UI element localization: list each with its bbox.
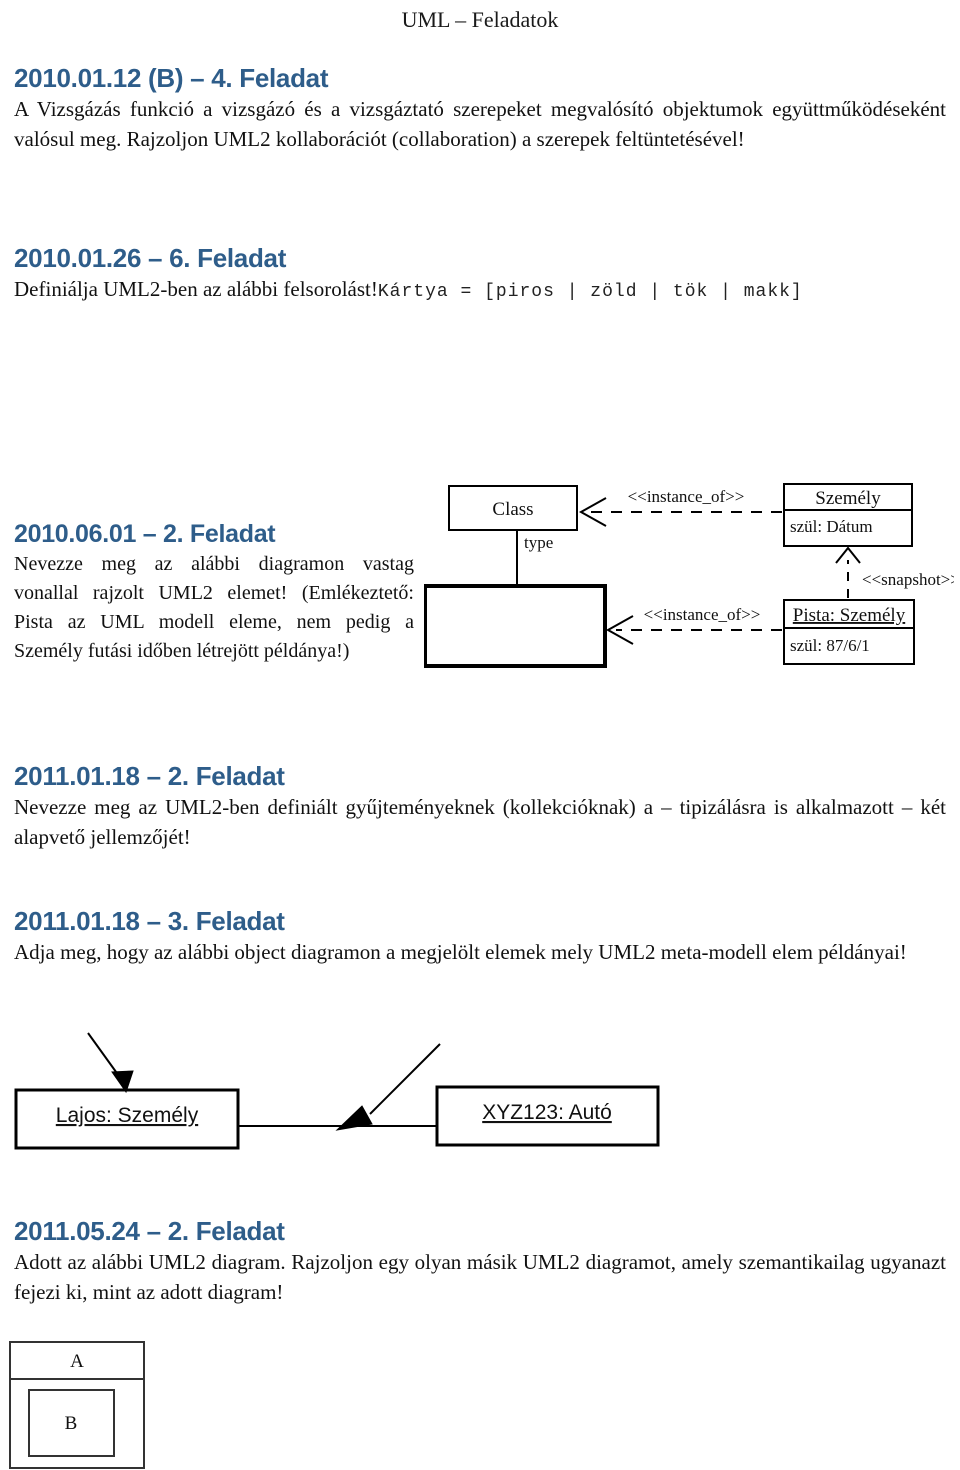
szemely-attribute: szül: Dátum: [790, 517, 873, 536]
section-heading: 2010.01.26 – 6. Feladat: [14, 243, 287, 273]
running-head: UML – Feladatok: [401, 7, 559, 32]
szemely-class-name: Személy: [815, 488, 881, 509]
section-body: Nevezze meg az alábbi diagramon vastag v…: [14, 553, 414, 662]
stereotype-instance-of-top: <<instance_of>>: [628, 487, 745, 506]
pista-attribute: szül: 87/6/1: [790, 636, 870, 655]
uml-nested-ab-diagram: A B: [9, 1341, 145, 1469]
uml-instance-of-diagram: Class type Személy szül: Dátum Pista: Sz…: [424, 483, 954, 668]
section-2011-05-24: 2011.05.24 – 2. Feladat Adott az alábbi …: [14, 1215, 946, 1307]
section-2010-06-01: 2010.06.01 – 2. Feladat Nevezze meg az a…: [14, 518, 414, 666]
section-2010-01-26: 2010.01.26 – 6. Feladat Definiálja UML2-…: [14, 242, 946, 307]
outer-box-a-label: A: [70, 1351, 84, 1372]
section-heading: 2010.01.12 (B) – 4. Feladat: [14, 63, 329, 93]
lajos-object-label: Lajos: Személy: [56, 1104, 199, 1127]
section-2011-01-18-3: 2011.01.18 – 3. Feladat Adja meg, hogy a…: [14, 905, 946, 967]
enumeration-code: Kártya = [piros | zöld | tök | makk]: [377, 282, 803, 302]
section-heading: 2011.01.18 – 3. Feladat: [14, 906, 285, 936]
section-heading: 2010.06.01 – 2. Feladat: [14, 520, 276, 548]
uml-object-diagram: Lajos: Személy XYZ123: Autó: [14, 1032, 660, 1150]
callout-arrow-right-line: [369, 1043, 441, 1115]
pista-object-name: Pista: Személy: [793, 605, 906, 626]
section-2010-01-12: 2010.01.12 (B) – 4. Feladat A Vizsgázás …: [14, 62, 946, 154]
document-page: UML – Feladatok 2010.01.12 (B) – 4. Fela…: [0, 0, 960, 1469]
association-role-label: type: [524, 533, 553, 552]
section-heading: 2011.01.18 – 2. Feladat: [14, 761, 285, 791]
section-body: Nevezze meg az UML2-ben definiált gyűjte…: [14, 795, 946, 849]
section-body: A Vizsgázás funkció a vizsgázó és a vizs…: [14, 97, 946, 151]
inner-box-b-label: B: [65, 1413, 78, 1434]
section-heading: 2011.05.24 – 2. Feladat: [14, 1216, 285, 1246]
class-box-label: Class: [492, 499, 533, 520]
section-body-text: Definiálja UML2-ben az alábbi felsorolás…: [14, 277, 378, 301]
section-2011-01-18-2: 2011.01.18 – 2. Feladat Nevezze meg az U…: [14, 760, 946, 852]
stereotype-instance-of-bottom: <<instance_of>>: [644, 605, 761, 624]
stereotype-snapshot: <<snapshot>>: [862, 570, 954, 589]
section-body: Adott az alábbi UML2 diagram. Rajzoljon …: [14, 1250, 946, 1304]
auto-object-label: XYZ123: Autó: [482, 1101, 612, 1124]
section-body-line: Definiálja UML2-ben az alábbi felsorolás…: [14, 274, 946, 307]
highlighted-blank-box: [424, 584, 607, 668]
section-body: Adja meg, hogy az alábbi object diagramo…: [14, 940, 907, 964]
